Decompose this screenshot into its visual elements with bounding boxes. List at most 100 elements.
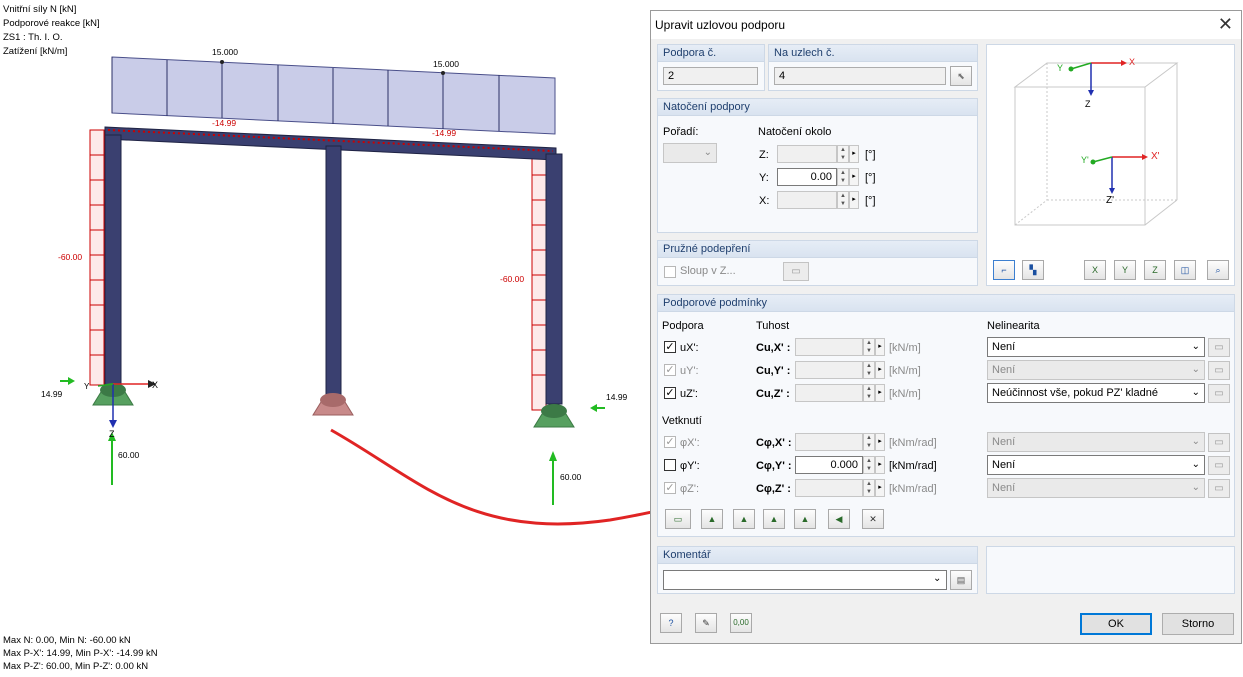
preview-axis-z: Z (1085, 99, 1091, 109)
support-header: Podpora (662, 320, 704, 332)
pick-node-icon[interactable]: ⬉ (950, 66, 972, 86)
cphix-arrow[interactable]: ▸ (875, 433, 885, 451)
uy-nonlin-edit-icon[interactable]: ▭ (1208, 361, 1230, 380)
cphiz-field[interactable] (795, 479, 863, 497)
edit-nodal-support-dialog: Upravit uzlovou podporu ✕ Podpora č. 2 N… (650, 10, 1242, 644)
cuy-spinner[interactable]: ▲ ▼ (863, 361, 875, 379)
zoom-reset-icon[interactable]: ⌕ (1207, 260, 1229, 280)
preview-axis-z2: Z' (1106, 195, 1115, 206)
cphiz-arrow[interactable]: ▸ (875, 479, 885, 497)
hinged-support-icon[interactable]: ▲ (701, 509, 723, 529)
phiy-nonlinearity-select[interactable]: Není ⌄ (987, 455, 1205, 475)
cphiy-arrow[interactable]: ▸ (875, 456, 885, 474)
comment-input[interactable] (663, 570, 947, 590)
uy-nonlinearity-select[interactable]: Není ⌄ (987, 360, 1205, 380)
support-no-field[interactable]: 2 (663, 67, 758, 85)
free-support-icon[interactable]: ▭ (665, 509, 691, 529)
rot-x-arrow[interactable]: ▸ (849, 191, 859, 209)
phix-checkbox[interactable]: ✓ (664, 436, 676, 448)
axis-system-icon[interactable]: ⌐ (993, 260, 1015, 280)
phiz-checkbox[interactable]: ✓ (664, 482, 676, 494)
reaction-label: 60.00 (118, 450, 140, 460)
rot-y-field[interactable]: 0.00 (777, 168, 837, 186)
cphix-unit: [kNm/rad] (889, 437, 937, 449)
ux-nonlinearity-select[interactable]: Není ⌄ (987, 337, 1205, 357)
view-x-icon[interactable]: X (1084, 260, 1106, 280)
structure-canvas[interactable] (0, 0, 650, 677)
release-all-icon[interactable]: ✕ (862, 509, 884, 529)
order-select[interactable]: ⌄ (663, 143, 717, 163)
cuz-arrow[interactable]: ▸ (875, 384, 885, 402)
roller-x-icon[interactable]: ▲ (763, 509, 785, 529)
phiy-label: φY': (680, 460, 700, 472)
phiy-checkbox[interactable] (664, 459, 676, 471)
cphiy-spinner[interactable]: ▲ ▼ (863, 456, 875, 474)
cphix-field[interactable] (795, 433, 863, 451)
ok-button[interactable]: OK (1080, 613, 1152, 635)
phix-nonlinearity-select[interactable]: Není ⌄ (987, 432, 1205, 452)
on-nodes-field[interactable]: 4 (774, 67, 946, 85)
rot-z-field[interactable] (777, 145, 837, 163)
help-icon[interactable]: ? (660, 613, 682, 633)
cux-arrow[interactable]: ▸ (875, 338, 885, 356)
rot-x-field[interactable] (777, 191, 837, 209)
cphiz-spinner[interactable]: ▲ ▼ (863, 479, 875, 497)
view-y-icon[interactable]: Y (1114, 260, 1136, 280)
annotation-arrow (330, 428, 650, 526)
view-z-icon[interactable]: Z (1144, 260, 1166, 280)
edit-notes-icon[interactable]: ✎ (695, 613, 717, 633)
rot-y-arrow[interactable]: ▸ (849, 168, 859, 186)
comment-library-icon[interactable]: ▤ (950, 570, 972, 590)
cuz-spinner[interactable]: ▲ ▼ (863, 384, 875, 402)
cuy-unit: [kN/m] (889, 365, 921, 377)
cuz-field[interactable] (795, 384, 863, 402)
rot-y-spinner[interactable]: ▲ ▼ (837, 168, 849, 186)
ux-nonlin-edit-icon[interactable]: ▭ (1208, 338, 1230, 357)
column-in-z-label: Sloup v Z... (680, 265, 736, 277)
axis-z-label: Z (109, 429, 115, 439)
column-settings-icon[interactable]: ▭ (783, 262, 809, 281)
phix-nonlin-edit-icon[interactable]: ▭ (1208, 433, 1230, 452)
elastic-support-group: Pružné podepření Sloup v Z... ▭ (657, 240, 978, 286)
rot-y-label: Y: (759, 172, 769, 184)
units-icon[interactable]: 0,00 (730, 613, 752, 633)
load-label: 15.000 (433, 59, 459, 69)
uz-label: uZ': (680, 388, 698, 400)
cancel-button[interactable]: Storno (1162, 613, 1234, 635)
nonlinearity-header: Nelinearita (987, 320, 1040, 332)
phiy-nonlin-edit-icon[interactable]: ▭ (1208, 456, 1230, 475)
roller-y-icon[interactable]: ▲ (794, 509, 816, 529)
column-in-z-checkbox[interactable] (664, 266, 676, 278)
view-colors-icon[interactable]: ▚ (1022, 260, 1044, 280)
uz-nonlin-edit-icon[interactable]: ▭ (1208, 384, 1230, 403)
cphiy-field[interactable]: 0.000 (795, 456, 863, 474)
uy-label: uY': (680, 365, 699, 377)
close-icon[interactable]: ✕ (1218, 14, 1233, 35)
cuy-arrow[interactable]: ▸ (875, 361, 885, 379)
load-label: 15.000 (212, 47, 238, 57)
cphix-spinner[interactable]: ▲ ▼ (863, 433, 875, 451)
isometric-icon[interactable]: ◫ (1174, 260, 1196, 280)
cux-field[interactable] (795, 338, 863, 356)
phiz-nonlin-edit-icon[interactable]: ▭ (1208, 479, 1230, 498)
n-diagram-left (89, 129, 105, 386)
preview-3d[interactable] (987, 45, 1234, 253)
preview-axis-x2: X' (1151, 151, 1160, 162)
comment-dropdown-icon[interactable]: ⌄ (933, 573, 941, 584)
cux-spinner[interactable]: ▲ ▼ (863, 338, 875, 356)
rot-z-unit: [°] (865, 149, 876, 161)
uz-nonlinearity-select[interactable]: Neúčinnost vše, pokud PZ' kladné ⌄ (987, 383, 1205, 403)
phiz-nonlinearity-select[interactable]: Není ⌄ (987, 478, 1205, 498)
ux-checkbox[interactable]: ✓ (664, 341, 676, 353)
rot-z-arrow[interactable]: ▸ (849, 145, 859, 163)
rot-z-spinner[interactable]: ▲ ▼ (837, 145, 849, 163)
cuy-field[interactable] (795, 361, 863, 379)
dialog-titlebar: Upravit uzlovou podporu ✕ (651, 11, 1241, 39)
rot-x-spinner[interactable]: ▲ ▼ (837, 191, 849, 209)
uy-checkbox[interactable]: ✓ (664, 364, 676, 376)
uz-checkbox[interactable]: ✓ (664, 387, 676, 399)
wall-support-icon[interactable]: ◀ (828, 509, 850, 529)
fixed-support-icon[interactable]: ▲ (733, 509, 755, 529)
support-conditions-group: Podporové podmínky Podpora Tuhost Neline… (657, 294, 1235, 537)
order-label: Pořadí: (663, 126, 699, 138)
